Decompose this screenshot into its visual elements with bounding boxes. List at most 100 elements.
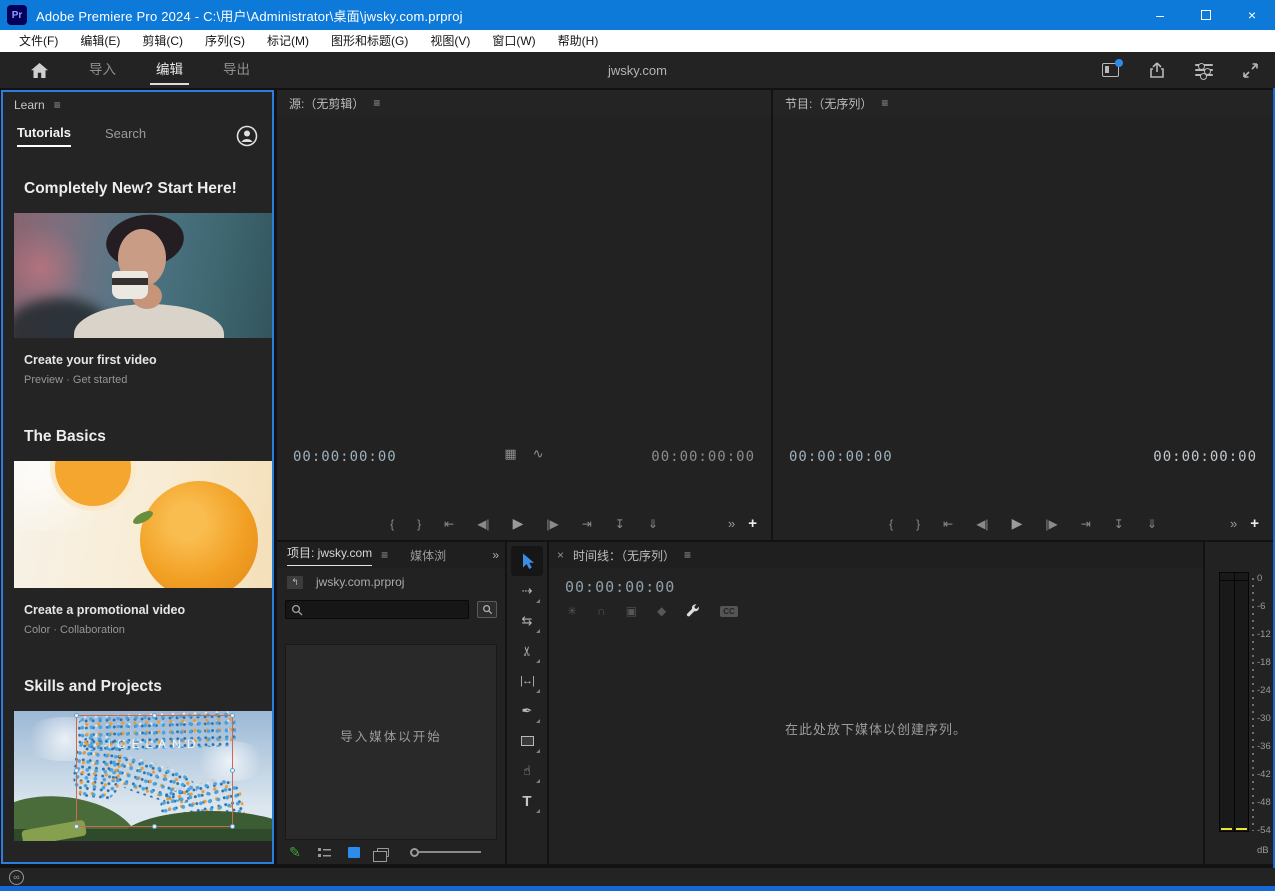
learn-panel-tab[interactable]: Learn <box>14 98 45 112</box>
timeline-settings-wrench-icon[interactable] <box>686 604 700 618</box>
panel-menu-icon[interactable]: ≡ <box>684 548 691 562</box>
play-button[interactable]: ▶ <box>513 515 524 532</box>
project-empty-text: 导入媒体以开始 <box>286 726 496 745</box>
step-forward-button[interactable]: |▶ <box>1045 517 1057 531</box>
snap-magnet-icon[interactable]: ∩ <box>597 604 606 618</box>
insert-as-sequence-icon[interactable]: ✳ <box>567 604 577 618</box>
step-forward-button[interactable]: |▶ <box>546 517 558 531</box>
source-monitor-controls: 00:00:00:00 00:00:00:00 ▦ ∿ { } ⇤ ◀| ▶ |… <box>277 444 771 540</box>
tab-overflow-chevron[interactable]: » <box>492 548 497 562</box>
project-tab[interactable]: 项目: jwsky.com <box>287 544 372 566</box>
button-editor-add[interactable]: + <box>748 515 757 532</box>
tab-export[interactable]: 导出 <box>223 52 250 88</box>
find-icon <box>482 604 493 615</box>
source-current-timecode: 00:00:00:00 <box>293 449 397 465</box>
extract-button[interactable]: ⇓ <box>1147 517 1157 531</box>
find-button[interactable] <box>477 601 497 618</box>
menu-view[interactable]: 视图(V) <box>419 30 481 52</box>
search-input[interactable] <box>286 603 468 615</box>
tutorial-card-image[interactable] <box>14 461 272 588</box>
goto-out-button[interactable]: ⇥ <box>582 517 592 531</box>
track-select-forward-tool[interactable]: ⇢ <box>511 576 543 606</box>
step-back-button[interactable]: ◀| <box>477 517 489 531</box>
project-filename[interactable]: jwsky.com.prproj <box>316 575 404 589</box>
insert-button[interactable]: ↧ <box>615 517 625 531</box>
project-root-icon[interactable]: ↰ <box>287 576 303 589</box>
menu-markers[interactable]: 标记(M) <box>256 30 320 52</box>
fullscreen-button[interactable] <box>1242 62 1259 79</box>
tutorial-card-image[interactable]: ICELAND <box>14 711 272 841</box>
more-buttons-chevron[interactable]: » <box>1230 516 1237 531</box>
panel-menu-icon[interactable]: ≡ <box>54 98 61 112</box>
drag-video-only-icon[interactable]: ▦ <box>504 446 516 462</box>
freeform-view-button[interactable] <box>377 848 389 857</box>
goto-out-button[interactable]: ⇥ <box>1081 517 1091 531</box>
pen-icon: ✒ <box>522 703 533 719</box>
menu-edit[interactable]: 编辑(E) <box>69 30 131 52</box>
quick-export-button[interactable] <box>1148 61 1166 79</box>
program-monitor-tab[interactable]: 节目:（无序列） <box>785 95 872 112</box>
tab-search[interactable]: Search <box>105 126 146 146</box>
goto-in-button[interactable]: ⇤ <box>943 517 953 531</box>
tutorial-card-title[interactable]: Create a promotional video <box>24 603 272 617</box>
close-button[interactable]: × <box>1229 0 1275 30</box>
menu-file[interactable]: 文件(F) <box>8 30 69 52</box>
tab-tutorials[interactable]: Tutorials <box>17 125 71 147</box>
list-view-button[interactable] <box>318 847 331 858</box>
type-tool[interactable]: T <box>511 786 543 816</box>
menu-graphics-titles[interactable]: 图形和标题(G) <box>320 30 419 52</box>
project-writable-icon[interactable]: ✎ <box>289 844 301 861</box>
menu-window[interactable]: 窗口(W) <box>481 30 546 52</box>
panel-menu-icon[interactable]: ≡ <box>881 96 888 110</box>
captions-icon[interactable]: CC <box>720 606 738 617</box>
drag-audio-only-icon[interactable]: ∿ <box>533 446 544 462</box>
tab-import[interactable]: 导入 <box>89 52 116 88</box>
account-button[interactable] <box>234 123 260 149</box>
more-buttons-chevron[interactable]: » <box>728 516 735 531</box>
timeline-tabbar: × 时间线：（无序列） ≡ <box>549 542 1203 568</box>
mark-out-button[interactable]: } <box>916 517 920 531</box>
hand-icon: ☝ <box>523 763 531 779</box>
ripple-edit-tool[interactable]: ⇆ <box>511 606 543 636</box>
linked-selection-icon[interactable]: ▣ <box>626 604 637 618</box>
play-button[interactable]: ▶ <box>1012 515 1023 532</box>
source-monitor-tab[interactable]: 源:（无剪辑） <box>289 95 364 112</box>
media-browser-tab[interactable]: 媒体浏 <box>410 547 462 564</box>
thumbnail-zoom-slider[interactable] <box>410 848 481 857</box>
rectangle-tool[interactable] <box>511 726 543 756</box>
overwrite-button[interactable]: ⇓ <box>648 517 658 531</box>
creative-cloud-icon[interactable]: ∞ <box>9 870 24 885</box>
panel-menu-icon[interactable]: ≡ <box>381 548 388 562</box>
mark-in-button[interactable]: { <box>889 517 893 531</box>
menu-sequence[interactable]: 序列(S) <box>194 30 256 52</box>
add-marker-icon[interactable]: ◆ <box>657 604 666 618</box>
learn-section-heading: Completely New? Start Here! <box>24 180 272 198</box>
slip-tool[interactable]: |↔| <box>511 666 543 696</box>
razor-tool[interactable]: ✂ <box>511 636 543 666</box>
panel-menu-icon[interactable]: ≡ <box>373 96 380 110</box>
lift-button[interactable]: ↧ <box>1114 517 1124 531</box>
mark-out-button[interactable]: } <box>417 517 421 531</box>
minimize-button[interactable]: – <box>1137 0 1183 30</box>
goto-in-button[interactable]: ⇤ <box>444 517 454 531</box>
close-panel-icon[interactable]: × <box>557 548 564 562</box>
button-editor-add[interactable]: + <box>1250 515 1259 532</box>
workspaces-button[interactable] <box>1195 64 1213 76</box>
selection-tool[interactable] <box>511 546 543 576</box>
project-empty-area[interactable]: 导入媒体以开始 <box>285 644 497 840</box>
icon-view-button[interactable] <box>348 847 360 858</box>
step-back-button[interactable]: ◀| <box>976 517 988 531</box>
progress-dashboard-button[interactable] <box>1102 63 1119 77</box>
maximize-button[interactable] <box>1183 0 1229 30</box>
home-button[interactable] <box>30 62 49 79</box>
timeline-tab[interactable]: 时间线：（无序列） <box>573 547 675 564</box>
hand-tool[interactable]: ☝ <box>511 756 543 786</box>
slider-knob[interactable] <box>410 848 419 857</box>
mark-in-button[interactable]: { <box>390 517 394 531</box>
menu-clip[interactable]: 剪辑(C) <box>131 30 194 52</box>
tutorial-card-title[interactable]: Create your first video <box>24 353 272 367</box>
menu-help[interactable]: 帮助(H) <box>547 30 610 52</box>
tutorial-card-image[interactable] <box>14 213 272 338</box>
pen-tool[interactable]: ✒ <box>511 696 543 726</box>
tab-edit[interactable]: 编辑 <box>156 52 183 88</box>
